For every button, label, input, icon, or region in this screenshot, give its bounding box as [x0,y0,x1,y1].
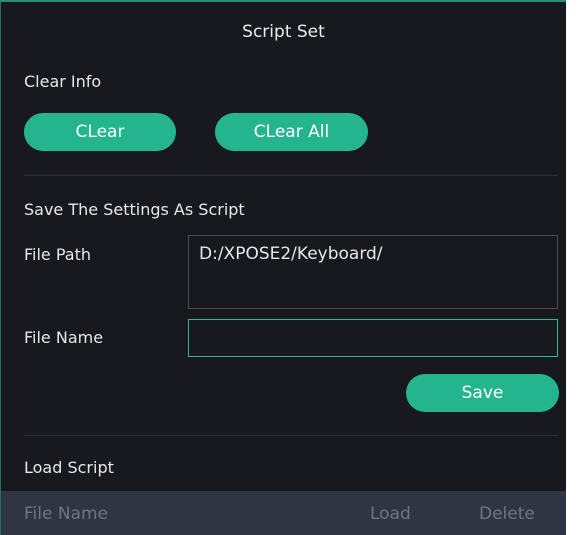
clear-all-button[interactable]: CLear All [215,113,368,151]
script-table-header: File Name Load Delete [1,491,566,535]
column-header-file-name: File Name [24,504,109,524]
column-header-load: Load [370,504,411,524]
section-divider [24,435,558,436]
section-divider [24,175,558,176]
clear-info-label: Clear Info [24,72,102,91]
panel-title: Script Set [242,22,325,42]
column-header-delete: Delete [479,504,535,524]
file-name-input[interactable] [188,319,558,357]
file-name-label: File Name [24,328,104,347]
load-script-label: Load Script [24,458,114,477]
file-path-label: File Path [24,245,92,264]
save-settings-label: Save The Settings As Script [24,200,245,219]
save-button[interactable]: Save [406,374,559,412]
script-set-panel: Script Set Clear Info CLear CLear All Sa… [0,0,566,535]
file-path-field[interactable]: D:/XPOSE2/Keyboard/ [188,235,558,309]
clear-button[interactable]: CLear [24,113,176,151]
